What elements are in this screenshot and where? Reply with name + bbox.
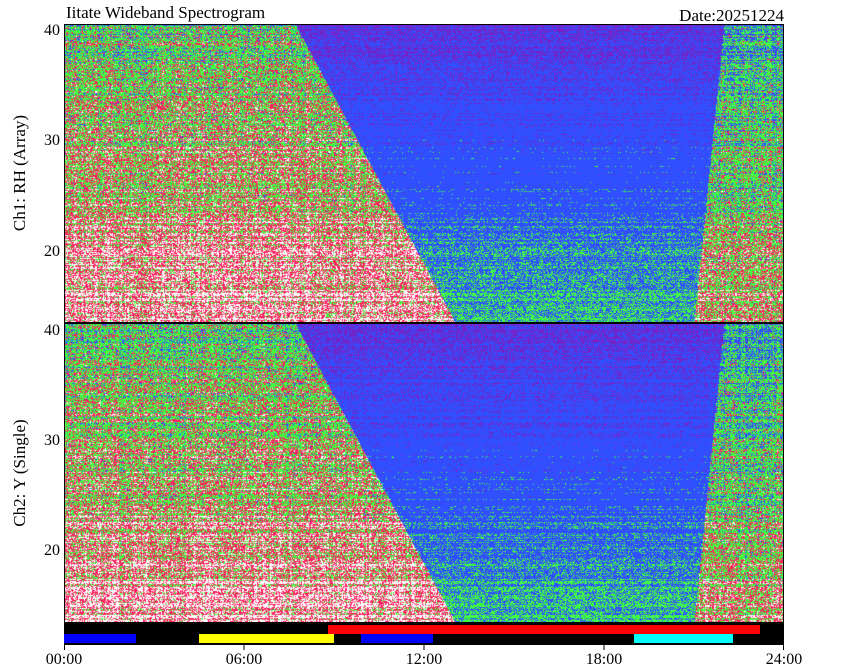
- date-label: Date:20251224: [679, 6, 784, 25]
- ch2-ytick-30: 30: [44, 432, 60, 449]
- status-upper-segment-0: [328, 625, 760, 634]
- ch1-ylabel: Ch1: RH (Array): [10, 114, 29, 232]
- ch2-ytick-20: 20: [44, 542, 60, 559]
- ch1-ytick-30: 30: [44, 132, 60, 149]
- ch2-frame: [64, 323, 784, 623]
- xtick-0600: 06:00: [225, 651, 263, 668]
- status-bar: [64, 623, 784, 645]
- ch1-frame: [64, 24, 784, 323]
- xtick-1800: 18:00: [585, 651, 623, 668]
- ch2-ylabel: Ch2: Y (Single): [10, 419, 29, 527]
- status-lower-segment-3: [634, 634, 733, 643]
- xtick-0000: 00:00: [45, 651, 83, 668]
- xtick-1200: 12:00: [405, 651, 443, 668]
- ch1-ytick-20: 20: [44, 243, 60, 260]
- status-lower-segment-0: [64, 634, 136, 643]
- xtick-2400: 24:00: [765, 651, 803, 668]
- chart-title: Iitate Wideband Spectrogram: [66, 3, 266, 22]
- ch1-ytick-40: 40: [44, 22, 60, 39]
- status-lower-segment-2: [361, 634, 433, 643]
- status-lower-segment-1: [199, 634, 334, 643]
- ch2-ytick-40: 40: [44, 322, 60, 339]
